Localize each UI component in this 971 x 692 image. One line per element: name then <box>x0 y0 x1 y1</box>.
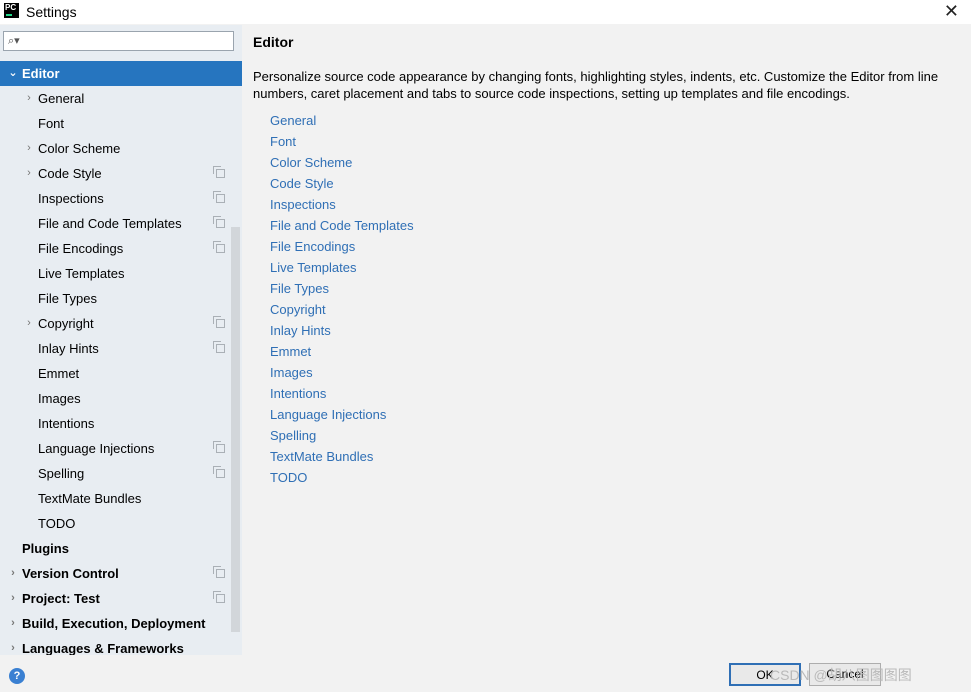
sidebar-item-live-templates[interactable]: Live Templates <box>0 261 242 286</box>
sidebar-item-general[interactable]: › General <box>0 86 242 111</box>
sidebar-item-label: Font <box>38 116 65 131</box>
link-language-injections[interactable]: Language Injections <box>270 407 386 422</box>
link-general[interactable]: General <box>270 113 316 128</box>
sidebar-item-font[interactable]: Font <box>0 111 242 136</box>
settings-sidebar: ⌕▾ ⌄ Editor › General Font › Color Scheme › Code… <box>0 25 242 655</box>
page-title: Editor <box>253 34 294 50</box>
search-input[interactable]: ⌕▾ <box>3 31 234 51</box>
link-file-and-code-templates[interactable]: File and Code Templates <box>270 218 414 233</box>
sidebar-item-label: Version Control <box>22 566 119 581</box>
link-images[interactable]: Images <box>270 365 313 380</box>
sidebar-item-code-style[interactable]: › Code Style <box>0 161 242 186</box>
link-textmate-bundles[interactable]: TextMate Bundles <box>270 449 373 464</box>
sidebar-item-label: Spelling <box>38 466 85 481</box>
sidebar-item-label: Editor <box>22 66 60 81</box>
sidebar-item-images[interactable]: Images <box>0 386 242 411</box>
sidebar-item-version-control[interactable]: › Version Control <box>0 561 242 586</box>
link-live-templates[interactable]: Live Templates <box>270 260 356 275</box>
sidebar-item-label: Color Scheme <box>38 141 121 156</box>
sidebar-item-file-encodings[interactable]: File Encodings <box>0 236 242 261</box>
sidebar-item-label: Inspections <box>38 191 104 206</box>
sidebar-item-label: Code Style <box>38 166 102 181</box>
close-icon[interactable]: ✕ <box>944 1 959 21</box>
chevron-right-icon[interactable]: › <box>6 561 20 586</box>
pycharm-logo-icon: PC <box>4 3 19 18</box>
dialog-footer: ? OK Cancel CSDN @胡八图图图图 <box>0 655 971 692</box>
link-todo[interactable]: TODO <box>270 470 307 485</box>
project-scope-icon <box>213 441 225 453</box>
sidebar-item-editor[interactable]: ⌄ Editor <box>0 61 242 86</box>
link-font[interactable]: Font <box>270 134 296 149</box>
sidebar-item-intentions[interactable]: Intentions <box>0 411 242 436</box>
help-icon[interactable]: ? <box>9 668 25 684</box>
sidebar-scrollbar[interactable] <box>231 227 240 632</box>
project-scope-icon <box>213 316 225 328</box>
chevron-right-icon[interactable]: › <box>6 586 20 611</box>
title-bar: PC Settings ✕ <box>0 0 971 24</box>
sidebar-item-label: General <box>38 91 85 106</box>
chevron-right-icon[interactable]: › <box>22 311 36 336</box>
sidebar-item-todo[interactable]: TODO <box>0 511 242 536</box>
link-color-scheme[interactable]: Color Scheme <box>270 155 352 170</box>
link-file-encodings[interactable]: File Encodings <box>270 239 355 254</box>
project-scope-icon <box>213 191 225 203</box>
project-scope-icon <box>213 466 225 478</box>
sidebar-item-file-types[interactable]: File Types <box>0 286 242 311</box>
project-scope-icon <box>213 216 225 228</box>
link-spelling[interactable]: Spelling <box>270 428 316 443</box>
chevron-right-icon[interactable]: › <box>22 136 36 161</box>
link-intentions[interactable]: Intentions <box>270 386 326 401</box>
sidebar-item-languages-frameworks[interactable]: › Languages & Frameworks <box>0 636 242 655</box>
chevron-right-icon[interactable]: › <box>22 86 36 111</box>
project-scope-icon <box>213 341 225 353</box>
search-icon: ⌕▾ <box>8 35 20 47</box>
link-inspections[interactable]: Inspections <box>270 197 336 212</box>
sidebar-item-label: TextMate Bundles <box>38 491 142 506</box>
chevron-right-icon[interactable]: › <box>6 636 20 655</box>
sidebar-item-spelling[interactable]: Spelling <box>0 461 242 486</box>
sidebar-item-inlay-hints[interactable]: Inlay Hints <box>0 336 242 361</box>
sidebar-item-label: Languages & Frameworks <box>22 641 184 655</box>
sidebar-item-label: File Types <box>38 291 98 306</box>
sidebar-item-label: Project: Test <box>22 591 100 606</box>
sidebar-item-label: Build, Execution, Deployment <box>22 616 206 631</box>
sidebar-item-label: Language Injections <box>38 441 155 456</box>
chevron-right-icon[interactable]: › <box>6 611 20 636</box>
project-scope-icon <box>213 591 225 603</box>
cancel-button[interactable]: Cancel <box>809 663 881 686</box>
sidebar-item-label: Emmet <box>38 366 80 381</box>
sidebar-item-inspections[interactable]: Inspections <box>0 186 242 211</box>
sidebar-item-language-injections[interactable]: Language Injections <box>0 436 242 461</box>
link-emmet[interactable]: Emmet <box>270 344 311 359</box>
link-copyright[interactable]: Copyright <box>270 302 326 317</box>
sidebar-item-build-execution-deployment[interactable]: › Build, Execution, Deployment <box>0 611 242 636</box>
sidebar-item-label: Images <box>38 391 81 406</box>
page-description: Personalize source code appearance by ch… <box>253 69 939 101</box>
sidebar-item-file-and-code-templates[interactable]: File and Code Templates <box>0 211 242 236</box>
sidebar-item-label: Live Templates <box>38 266 125 281</box>
project-scope-icon <box>213 241 225 253</box>
sidebar-item-label: Plugins <box>22 541 69 556</box>
ok-button[interactable]: OK <box>729 663 801 686</box>
sidebar-item-label: Copyright <box>38 316 94 331</box>
window-title: Settings <box>26 4 77 20</box>
link-file-types[interactable]: File Types <box>270 281 329 296</box>
sidebar-item-label: File Encodings <box>38 241 124 256</box>
sidebar-item-label: TODO <box>38 516 76 531</box>
project-scope-icon <box>213 566 225 578</box>
sidebar-item-label: Inlay Hints <box>38 341 99 356</box>
sidebar-item-plugins[interactable]: Plugins <box>0 536 242 561</box>
chevron-down-icon[interactable]: ⌄ <box>6 61 20 86</box>
sidebar-item-label: Intentions <box>38 416 95 431</box>
link-code-style[interactable]: Code Style <box>270 176 334 191</box>
sidebar-item-project-test[interactable]: › Project: Test <box>0 586 242 611</box>
project-scope-icon <box>213 166 225 178</box>
sidebar-item-emmet[interactable]: Emmet <box>0 361 242 386</box>
sidebar-item-copyright[interactable]: › Copyright <box>0 311 242 336</box>
sidebar-item-color-scheme[interactable]: › Color Scheme <box>0 136 242 161</box>
sidebar-item-textmate-bundles[interactable]: TextMate Bundles <box>0 486 242 511</box>
link-inlay-hints[interactable]: Inlay Hints <box>270 323 331 338</box>
chevron-right-icon[interactable]: › <box>22 161 36 186</box>
sidebar-item-label: File and Code Templates <box>38 216 182 231</box>
